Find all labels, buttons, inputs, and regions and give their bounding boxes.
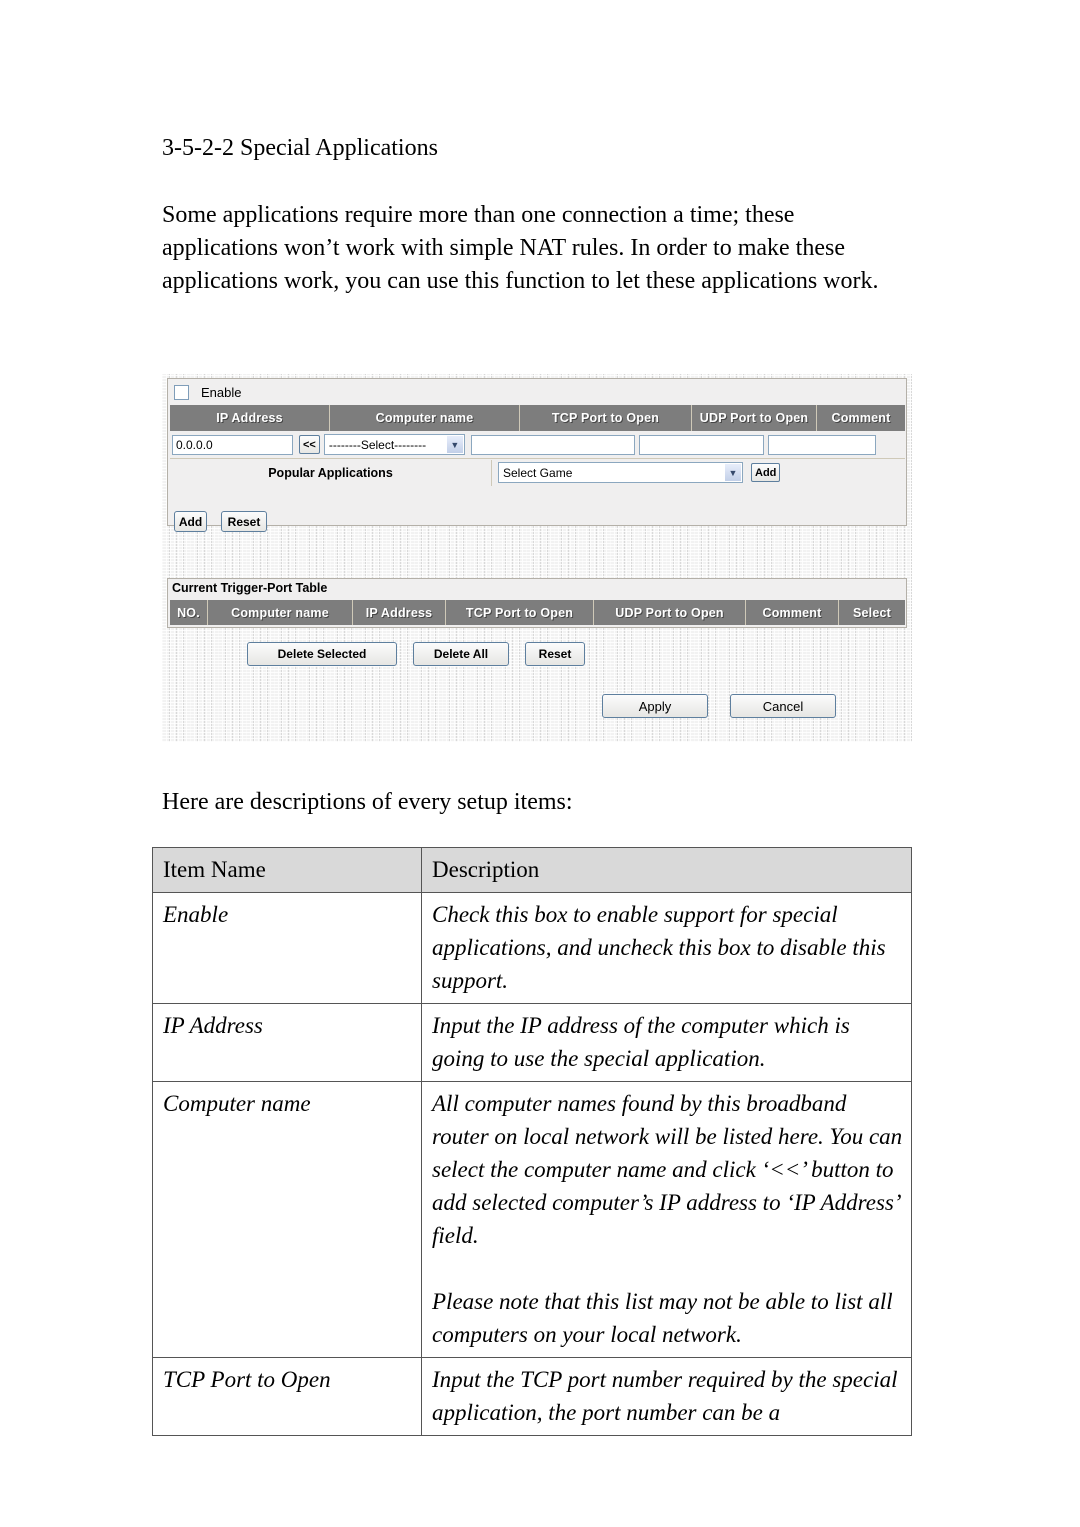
description-enable: Check this box to enable support for spe… xyxy=(421,892,912,1004)
computer-name-select-value: --------Select-------- xyxy=(328,437,427,452)
reset-button[interactable]: Reset xyxy=(221,511,267,532)
item-name-enable: Enable xyxy=(152,892,422,1004)
table-row: Enable Check this box to enable support … xyxy=(152,892,912,1004)
special-applications-config-panel: Enable IP Address Computer name TCP Port… xyxy=(167,378,907,532)
description-computer-name-part1: All computer names found by this broadba… xyxy=(432,1091,903,1248)
computer-name-select[interactable]: --------Select-------- ▼ xyxy=(323,434,465,455)
apply-button[interactable]: Apply xyxy=(602,694,708,718)
header-ip-address: IP Address xyxy=(353,600,446,625)
cancel-button[interactable]: Cancel xyxy=(730,694,836,718)
trigger-table-title: Current Trigger-Port Table xyxy=(172,581,328,595)
description-computer-name: All computer names found by this broadba… xyxy=(421,1081,912,1358)
chevron-down-icon: ▼ xyxy=(446,436,463,453)
ip-address-input[interactable]: 0.0.0.0 xyxy=(172,434,293,455)
enable-row: Enable xyxy=(168,379,906,405)
popular-applications-label: Popular Applications xyxy=(170,459,492,486)
header-no: NO. xyxy=(170,600,208,625)
setup-items-description-table: Item Name Description Enable Check this … xyxy=(152,847,912,1436)
trigger-table-header-row: NO. Computer name IP Address TCP Port to… xyxy=(170,600,905,625)
popular-applications-row: Popular Applications Select Game ▼ Add xyxy=(170,458,905,486)
current-trigger-port-table-panel: Current Trigger-Port Table NO. Computer … xyxy=(167,578,907,628)
description-computer-name-part2: Please note that this list may not be ab… xyxy=(432,1289,893,1347)
column-header-description: Description xyxy=(421,847,912,893)
description-tcp-port: Input the TCP port number required by th… xyxy=(421,1357,912,1436)
header-ip-address: IP Address xyxy=(170,405,330,431)
descriptions-intro: Here are descriptions of every setup ite… xyxy=(162,789,573,815)
delete-all-button[interactable]: Delete All xyxy=(413,642,509,666)
popular-applications-add-button[interactable]: Add xyxy=(751,463,781,482)
popular-applications-select[interactable]: Select Game ▼ xyxy=(498,462,743,483)
chevron-down-icon: ▼ xyxy=(725,464,741,481)
tcp-port-input[interactable] xyxy=(470,434,635,455)
page-title: 3-5-2-2 Special Applications xyxy=(162,135,438,161)
form-action-buttons: Add Reset xyxy=(174,511,267,532)
popular-applications-select-value: Select Game xyxy=(503,465,573,480)
add-button[interactable]: Add xyxy=(174,511,207,532)
udp-port-input[interactable] xyxy=(638,434,764,455)
header-udp-port: UDP Port to Open xyxy=(692,405,817,431)
table-row: IP Address Input the IP address of the c… xyxy=(152,1003,912,1082)
copy-ip-button[interactable]: << xyxy=(299,435,320,454)
intro-paragraph: Some applications require more than one … xyxy=(162,202,879,294)
config-table-input-row: 0.0.0.0 << --------Select-------- ▼ xyxy=(170,431,905,458)
header-comment: Comment xyxy=(817,405,905,431)
delete-selected-button[interactable]: Delete Selected xyxy=(247,642,397,666)
table-row: Computer name All computer names found b… xyxy=(152,1081,912,1358)
header-tcp-port: TCP Port to Open xyxy=(446,600,594,625)
column-header-item-name: Item Name xyxy=(152,847,422,893)
enable-label: Enable xyxy=(201,384,242,400)
enable-checkbox[interactable] xyxy=(174,384,189,400)
config-table-header-row: IP Address Computer name TCP Port to Ope… xyxy=(170,405,905,431)
header-computer-name: Computer name xyxy=(208,600,353,625)
router-ui-screenshot: Enable IP Address Computer name TCP Port… xyxy=(162,374,912,742)
table-row: TCP Port to Open Input the TCP port numb… xyxy=(152,1357,912,1436)
header-udp-port: UDP Port to Open xyxy=(594,600,746,625)
footer-action-buttons: Apply Cancel xyxy=(602,694,836,718)
item-name-computer-name: Computer name xyxy=(152,1081,422,1358)
item-name-ip-address: IP Address xyxy=(152,1003,422,1082)
comment-input[interactable] xyxy=(767,434,876,455)
item-name-tcp-port: TCP Port to Open xyxy=(152,1357,422,1436)
header-computer-name: Computer name xyxy=(330,405,520,431)
header-comment: Comment xyxy=(746,600,839,625)
header-select: Select xyxy=(839,600,905,625)
table-header-row: Item Name Description xyxy=(152,847,912,893)
header-tcp-port: TCP Port to Open xyxy=(520,405,692,431)
table-reset-button[interactable]: Reset xyxy=(525,642,585,666)
description-ip-address: Input the IP address of the computer whi… xyxy=(421,1003,912,1082)
table-action-buttons: Delete Selected Delete All Reset xyxy=(247,642,585,666)
